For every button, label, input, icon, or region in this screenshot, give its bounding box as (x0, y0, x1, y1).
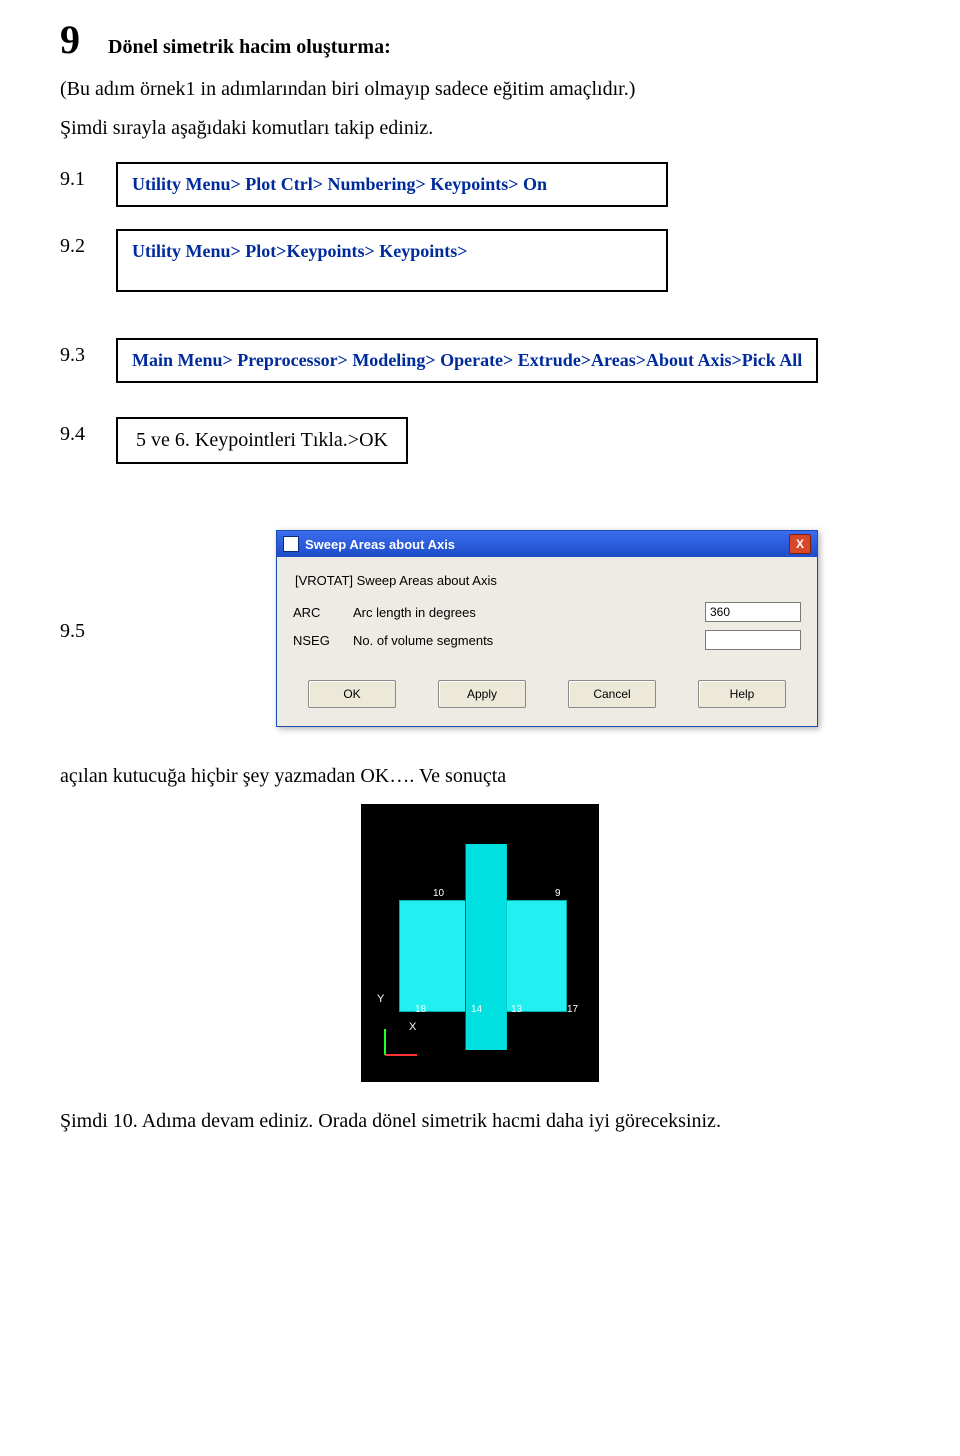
sweep-areas-dialog: Sweep Areas about Axis X [VROTAT] Sweep … (276, 530, 818, 727)
ok-button[interactable]: OK (308, 680, 396, 708)
step-label-9-4: 9.4 (60, 417, 116, 446)
dialog-row-arc: ARC Arc length in degrees (293, 602, 801, 622)
section-number: 9 (60, 20, 80, 60)
axis-indicator: Y X (379, 1025, 423, 1064)
after-dialog-text: açılan kutucuğa hiçbir şey yazmadan OK….… (60, 765, 900, 788)
intro-paragraph-2: Şimdi sırayla aşağıdaki komutları takip … (60, 117, 900, 140)
arc-label-short: ARC (293, 605, 353, 620)
step-label-9-2: 9.2 (60, 229, 116, 258)
arc-input[interactable] (705, 602, 801, 622)
dialog-title-text: Sweep Areas about Axis (305, 537, 455, 552)
command-box-9-2: Utility Menu> Plot>Keypoints> Keypoints> (116, 229, 668, 292)
command-box-9-3: Main Menu> Preprocessor> Modeling> Opera… (116, 338, 818, 383)
step-label-9-3: 9.3 (60, 338, 116, 367)
dialog-titlebar: Sweep Areas about Axis X (277, 531, 817, 557)
nseg-input[interactable] (705, 630, 801, 650)
step-label-9-5: 9.5 (60, 614, 116, 643)
help-button[interactable]: Help (698, 680, 786, 708)
step-label-9-1: 9.1 (60, 162, 116, 191)
render-slab-front (465, 844, 507, 1050)
section-heading: Dönel simetrik hacim oluşturma: (108, 36, 391, 59)
keypoint-label-17: 17 (567, 1004, 578, 1015)
nseg-label-short: NSEG (293, 633, 353, 648)
cancel-button[interactable]: Cancel (568, 680, 656, 708)
arc-label-long: Arc length in degrees (353, 605, 705, 620)
footer-text: Şimdi 10. Adıma devam ediniz. Orada döne… (60, 1110, 900, 1133)
nseg-label-long: No. of volume segments (353, 633, 705, 648)
axis-x-label: X (409, 1021, 416, 1033)
keypoint-label-18: 18 (415, 1004, 426, 1015)
intro-paragraph-1: (Bu adım örnek1 in adımlarından biri olm… (60, 78, 900, 101)
dialog-subtitle: [VROTAT] Sweep Areas about Axis (295, 573, 801, 588)
keypoint-label-13: 13 (511, 1004, 522, 1015)
render-viewport: 10 9 18 14 13 17 Y X (361, 804, 599, 1082)
close-icon[interactable]: X (789, 534, 811, 554)
axis-y-label: Y (377, 993, 384, 1005)
dialog-icon (283, 536, 299, 552)
keypoint-label-14: 14 (471, 1004, 482, 1015)
dialog-row-nseg: NSEG No. of volume segments (293, 630, 801, 650)
keypoint-label-9: 9 (555, 888, 561, 899)
keypoint-label-10: 10 (433, 888, 444, 899)
keypoint-instruction-box: 5 ve 6. Keypointleri Tıkla.>OK (116, 417, 408, 464)
apply-button[interactable]: Apply (438, 680, 526, 708)
command-box-9-1: Utility Menu> Plot Ctrl> Numbering> Keyp… (116, 162, 668, 207)
